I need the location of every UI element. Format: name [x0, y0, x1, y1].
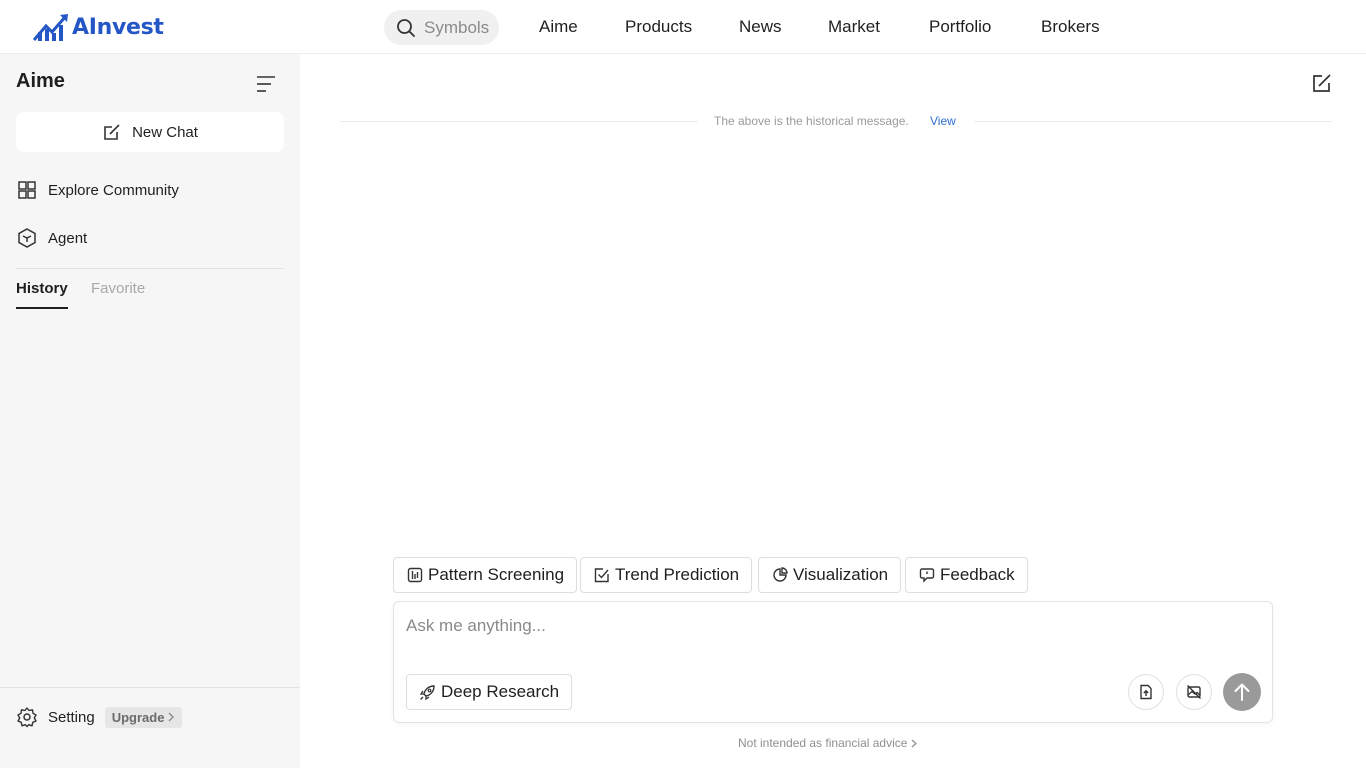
- brand-logo[interactable]: AInvest: [32, 12, 164, 42]
- send-button[interactable]: [1223, 673, 1261, 711]
- sidebar-item-label: Explore Community: [48, 181, 179, 199]
- tab-history[interactable]: History: [16, 280, 68, 309]
- disclaimer-label: Not intended as financial advice: [738, 736, 908, 750]
- image-button[interactable]: [1176, 674, 1212, 710]
- new-chat-label: New Chat: [132, 123, 198, 141]
- file-upload-icon: [1140, 684, 1152, 700]
- top-navigation-bar: AInvest Symbols Aime Products News Marke…: [0, 0, 1366, 54]
- pie-icon: [773, 567, 788, 582]
- deep-research-label: Deep Research: [441, 682, 560, 701]
- sidebar-footer-divider: [0, 687, 300, 688]
- compose-icon: [104, 124, 120, 140]
- chip-trend-prediction[interactable]: Trend Prediction: [580, 557, 753, 593]
- nav-brokers[interactable]: Brokers: [1041, 17, 1100, 37]
- sidebar-title: Aime: [16, 70, 65, 92]
- setting-button[interactable]: Setting Upgrade: [16, 706, 183, 728]
- sidebar-divider: [16, 268, 284, 269]
- chip-label: Trend Prediction: [615, 565, 740, 584]
- nav-news[interactable]: News: [739, 17, 782, 37]
- sidebar-item-label: Agent: [48, 229, 88, 247]
- history-divider-right: [974, 121, 1332, 122]
- nav-market[interactable]: Market: [828, 17, 880, 37]
- upgrade-label: Upgrade: [111, 709, 165, 725]
- cube-icon: [18, 228, 36, 248]
- rocket-icon: [419, 684, 435, 700]
- search-label: Symbols: [424, 17, 490, 37]
- view-history-link[interactable]: View: [930, 114, 956, 128]
- chip-label: Feedback: [940, 565, 1015, 584]
- tab-favorite[interactable]: Favorite: [91, 280, 145, 307]
- deep-research-button[interactable]: Deep Research: [406, 674, 573, 710]
- history-notice: The above is the historical message.: [714, 114, 909, 128]
- chat-input[interactable]: [406, 616, 1106, 636]
- nav-portfolio[interactable]: Portfolio: [929, 17, 991, 37]
- chip-label: Pattern Screening: [428, 565, 565, 584]
- financial-advice-disclaimer[interactable]: Not intended as financial advice: [738, 736, 918, 750]
- feedback-icon: [919, 568, 935, 583]
- upload-file-button[interactable]: [1128, 674, 1164, 710]
- brand-name: AInvest: [72, 14, 164, 40]
- nav-products[interactable]: Products: [625, 17, 692, 37]
- chip-label: Visualization: [793, 565, 889, 584]
- upgrade-badge[interactable]: Upgrade: [104, 706, 183, 728]
- sidebar-item-agent[interactable]: Agent: [16, 224, 284, 252]
- sidebar: Aime New Chat Explore Community Agent Hi…: [0, 54, 300, 768]
- image-off-icon: [1187, 685, 1201, 699]
- collapse-menu-icon[interactable]: [255, 74, 277, 94]
- chip-feedback[interactable]: Feedback: [905, 557, 1028, 593]
- chat-composer: Deep Research: [393, 601, 1273, 723]
- nav-aime[interactable]: Aime: [539, 17, 578, 37]
- new-chat-edit-icon[interactable]: [1310, 71, 1334, 95]
- arrow-up-icon: [1234, 683, 1250, 701]
- new-chat-button[interactable]: New Chat: [16, 112, 284, 152]
- symbol-search[interactable]: Symbols: [384, 10, 499, 45]
- search-icon: [397, 18, 415, 37]
- chevron-right-icon: [168, 712, 175, 722]
- pattern-icon: [407, 567, 423, 583]
- history-divider-left: [340, 121, 698, 122]
- logo-mark-icon: [32, 14, 68, 41]
- grid-icon: [18, 181, 36, 199]
- chevron-right-icon: [912, 739, 918, 747]
- chip-visualization[interactable]: Visualization: [758, 557, 902, 593]
- sidebar-item-explore-community[interactable]: Explore Community: [16, 176, 284, 204]
- chip-pattern-screening[interactable]: Pattern Screening: [393, 557, 578, 593]
- trend-check-icon: [594, 568, 609, 583]
- gear-icon: [17, 707, 37, 728]
- setting-label: Setting: [48, 708, 95, 726]
